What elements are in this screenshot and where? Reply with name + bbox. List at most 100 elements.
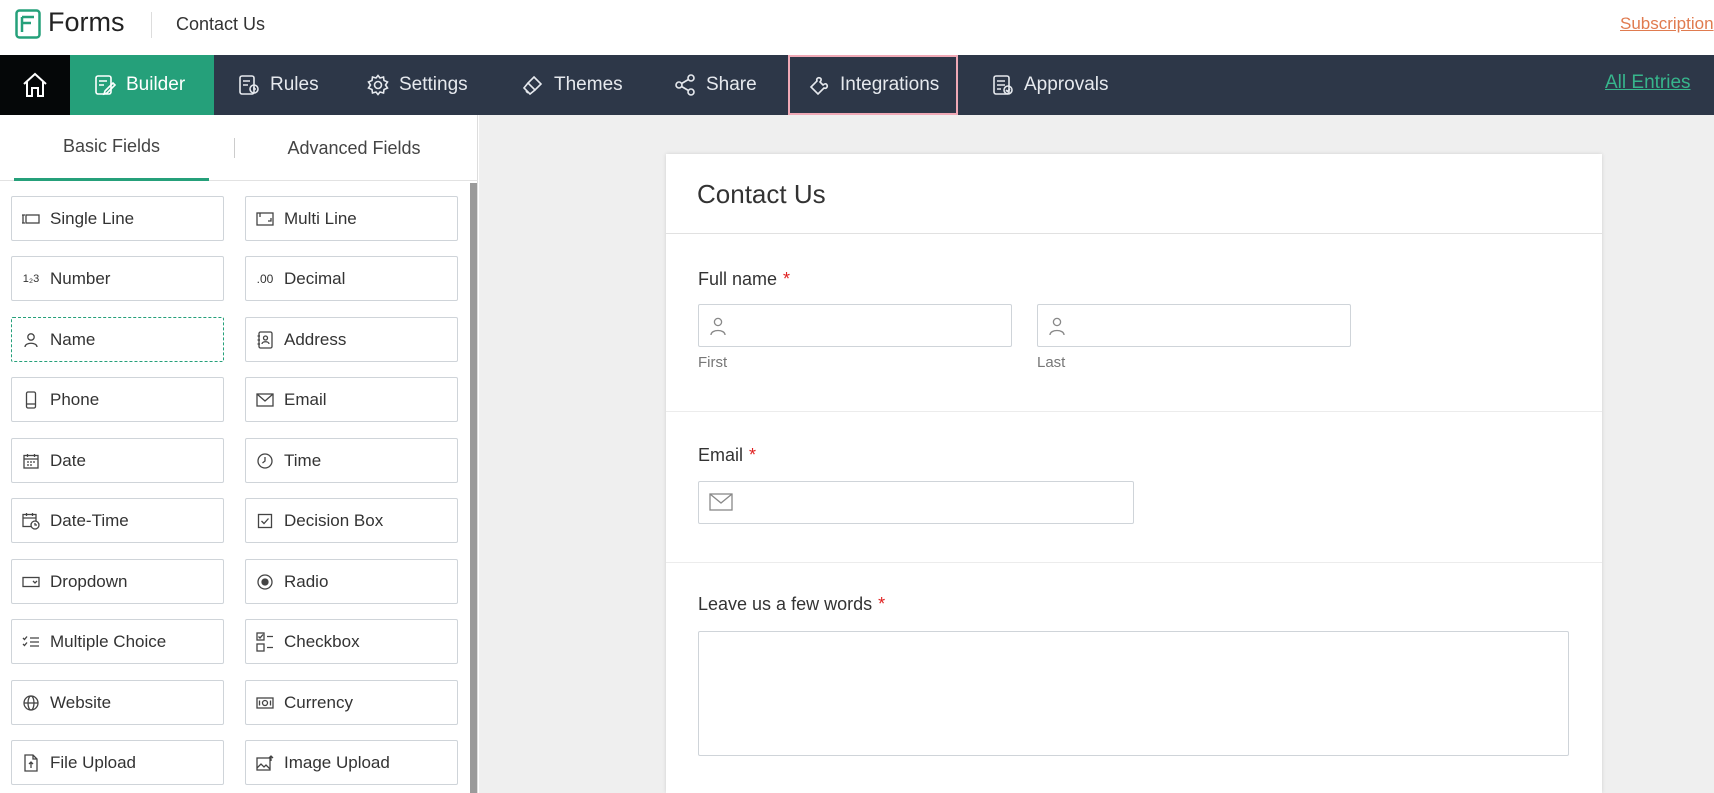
email-section[interactable]: Email * bbox=[666, 413, 1602, 563]
brush-icon bbox=[522, 75, 543, 96]
currency-icon bbox=[256, 694, 274, 712]
user-icon bbox=[22, 331, 40, 349]
field-multiple-choice[interactable]: Multiple Choice bbox=[11, 619, 224, 664]
checkbox-list-icon bbox=[256, 631, 274, 652]
message-label-text: Leave us a few words bbox=[698, 594, 873, 614]
dropdown-icon bbox=[22, 573, 40, 591]
email-label-text: Email bbox=[698, 445, 744, 465]
nav-integrations-label: Integrations bbox=[840, 74, 940, 95]
field-time[interactable]: Time bbox=[245, 438, 458, 483]
tab-separator bbox=[234, 138, 235, 158]
field-label: Multiple Choice bbox=[50, 631, 167, 651]
message-textarea[interactable] bbox=[698, 631, 1569, 756]
nav-builder[interactable]: Builder bbox=[70, 55, 214, 115]
field-label: Date bbox=[50, 450, 86, 470]
tab-advanced-fields[interactable]: Advanced Fields bbox=[236, 115, 472, 181]
field-file-upload[interactable]: File Upload bbox=[11, 740, 224, 785]
subscription-link[interactable]: Subscription bbox=[1620, 14, 1714, 34]
nav-approvals[interactable]: Approvals bbox=[992, 55, 1109, 115]
user-icon bbox=[710, 317, 726, 336]
field-single-line[interactable]: Single Line bbox=[11, 196, 224, 241]
field-label: Currency bbox=[284, 692, 353, 712]
field-label: Phone bbox=[50, 389, 100, 409]
header-divider bbox=[151, 12, 152, 38]
number-icon: 1₂3 bbox=[22, 272, 40, 285]
nav-rules-label: Rules bbox=[270, 74, 319, 95]
field-label: Email bbox=[284, 389, 327, 409]
file-upload-icon bbox=[22, 753, 40, 772]
home-button[interactable] bbox=[0, 55, 70, 115]
nav-settings[interactable]: Settings bbox=[367, 55, 468, 115]
last-sublabel: Last bbox=[1037, 354, 1066, 371]
field-checkbox[interactable]: Checkbox bbox=[245, 619, 458, 664]
panel-scrollbar[interactable] bbox=[470, 183, 477, 793]
envelope-icon bbox=[256, 391, 274, 409]
single-line-icon bbox=[22, 210, 40, 228]
required-marker: * bbox=[749, 445, 757, 465]
app-name[interactable]: Forms bbox=[48, 7, 125, 38]
field-name[interactable]: Name bbox=[11, 317, 224, 362]
field-label: Name bbox=[50, 329, 96, 349]
required-marker: * bbox=[878, 594, 886, 614]
nav-share[interactable]: Share bbox=[674, 55, 757, 115]
full-name-label-text: Full name bbox=[698, 269, 778, 289]
field-decision-box[interactable]: Decision Box bbox=[245, 498, 458, 543]
field-currency[interactable]: Currency bbox=[245, 680, 458, 725]
decimal-icon: .00 bbox=[256, 271, 274, 286]
fields-panel: Basic Fields Advanced Fields Single Line… bbox=[0, 115, 478, 793]
field-website[interactable]: Website bbox=[11, 680, 224, 725]
top-bar: Forms Contact Us Subscription bbox=[0, 0, 1714, 55]
puzzle-icon bbox=[809, 76, 829, 96]
email-label: Email * bbox=[698, 445, 756, 466]
field-date[interactable]: Date bbox=[11, 438, 224, 483]
form-heading[interactable]: Contact Us bbox=[697, 179, 826, 210]
calendar-clock-icon bbox=[22, 512, 40, 530]
gear-icon bbox=[367, 74, 389, 96]
address-book-icon bbox=[256, 330, 274, 349]
form-header: Contact Us bbox=[666, 154, 1602, 234]
field-label: Dropdown bbox=[50, 571, 128, 591]
field-label: Decimal bbox=[284, 268, 346, 288]
field-address[interactable]: Address bbox=[245, 317, 458, 362]
nav-integrations[interactable]: Integrations bbox=[788, 55, 958, 115]
field-email[interactable]: Email bbox=[245, 377, 458, 422]
nav-themes[interactable]: Themes bbox=[522, 55, 623, 115]
field-label: Checkbox bbox=[284, 631, 360, 651]
nav-builder-label: Builder bbox=[126, 74, 186, 95]
nav-rules[interactable]: Rules bbox=[238, 55, 319, 115]
field-image-upload[interactable]: Image Upload bbox=[245, 740, 458, 785]
field-label: Website bbox=[50, 692, 112, 712]
field-label: Radio bbox=[284, 571, 329, 591]
first-sublabel: First bbox=[698, 354, 728, 371]
field-label: Multi Line bbox=[284, 208, 357, 228]
field-label: Single Line bbox=[50, 208, 135, 228]
field-radio[interactable]: Radio bbox=[245, 559, 458, 604]
first-name-input[interactable] bbox=[698, 304, 1012, 347]
field-date-time[interactable]: Date-Time bbox=[11, 498, 224, 543]
field-label: Number bbox=[50, 268, 111, 288]
envelope-icon bbox=[709, 493, 733, 511]
full-name-section[interactable]: Full name * First Last bbox=[666, 235, 1602, 412]
field-dropdown[interactable]: Dropdown bbox=[11, 559, 224, 604]
home-icon bbox=[23, 72, 47, 97]
checkbox-checked-icon bbox=[256, 512, 274, 530]
radio-icon bbox=[256, 573, 274, 591]
all-entries-link[interactable]: All Entries bbox=[1605, 72, 1691, 94]
field-decimal[interactable]: .00 Decimal bbox=[245, 256, 458, 301]
field-number[interactable]: 1₂3 Number bbox=[11, 256, 224, 301]
field-phone[interactable]: Phone bbox=[11, 377, 224, 422]
field-label: Date-Time bbox=[50, 510, 129, 530]
forms-logo-icon bbox=[15, 9, 41, 39]
globe-icon bbox=[22, 694, 40, 712]
builder-icon bbox=[95, 75, 116, 96]
field-multi-line[interactable]: Multi Line bbox=[245, 196, 458, 241]
email-input[interactable] bbox=[698, 481, 1134, 524]
field-label: Address bbox=[284, 329, 347, 349]
form-preview-card: Contact Us Full name * First Last Email * … bbox=[666, 154, 1602, 793]
nav-approvals-label: Approvals bbox=[1024, 74, 1109, 95]
image-upload-icon bbox=[256, 754, 274, 772]
last-name-input[interactable] bbox=[1037, 304, 1351, 347]
phone-icon bbox=[22, 390, 40, 409]
approvals-icon bbox=[993, 75, 1013, 95]
tab-basic-fields[interactable]: Basic Fields bbox=[14, 115, 209, 181]
